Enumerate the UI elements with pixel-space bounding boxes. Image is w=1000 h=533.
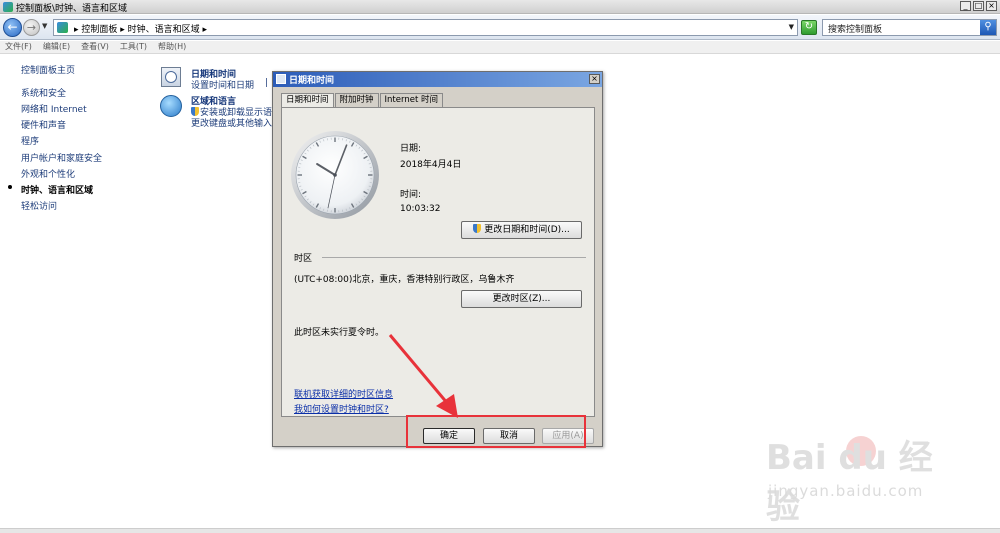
control-panel-window: 控制面板\时钟、语言和区域 _ □ × ← → ▼ ▸ 控制面板 ▸ 时钟、语言… bbox=[0, 0, 1000, 533]
uac-shield-icon bbox=[191, 107, 199, 116]
menu-bar: 文件(F) 编辑(E) 查看(V) 工具(T) 帮助(H) bbox=[0, 41, 1000, 54]
window-title: 控制面板\时钟、语言和区域 bbox=[16, 4, 128, 14]
dialog-title: 日期和时间 bbox=[289, 76, 335, 86]
back-button[interactable]: ← bbox=[3, 18, 22, 37]
current-item-bullet bbox=[8, 185, 12, 189]
link-set-time-date[interactable]: 设置时间和日期 bbox=[191, 78, 254, 91]
control-panel-icon bbox=[57, 22, 68, 33]
refresh-button[interactable]: ↻ bbox=[801, 20, 817, 35]
search-placeholder: 搜索控制面板 bbox=[828, 25, 883, 35]
timezone-value: (UTC+08:00)北京，重庆，香港特别行政区，乌鲁木齐 bbox=[294, 275, 515, 285]
dialog-clock-icon bbox=[276, 74, 286, 84]
watermark-url: jingyan.baidu.com bbox=[768, 482, 924, 500]
menu-file[interactable]: 文件(F) bbox=[5, 41, 32, 53]
link-online-timezone-info[interactable]: 联机获取详细的时区信息 bbox=[294, 387, 393, 400]
sidebar-item-network[interactable]: 网络和 Internet bbox=[21, 102, 87, 115]
control-panel-icon bbox=[3, 2, 13, 12]
menu-edit[interactable]: 编辑(E) bbox=[43, 41, 70, 53]
forward-button[interactable]: → bbox=[23, 19, 40, 36]
change-timezone-button[interactable]: 更改时区(Z)... bbox=[461, 290, 582, 308]
dialog-titlebar[interactable]: 日期和时间 × bbox=[273, 72, 602, 87]
menu-help[interactable]: 帮助(H) bbox=[158, 41, 186, 53]
link-how-to-set-clock[interactable]: 我如何设置时钟和时区? bbox=[294, 402, 389, 415]
annotation-arrow bbox=[388, 334, 458, 418]
change-date-time-button[interactable]: 更改日期和时间(D)... bbox=[461, 221, 582, 239]
close-window-button[interactable]: × bbox=[986, 1, 997, 11]
sidebar-item-appearance[interactable]: 外观和个性化 bbox=[21, 167, 75, 180]
date-time-clock-icon[interactable] bbox=[161, 67, 181, 87]
sidebar-item-clock-language-region[interactable]: 时钟、语言和区域 bbox=[21, 183, 93, 196]
sidebar-item-system-security[interactable]: 系统和安全 bbox=[21, 86, 66, 99]
history-dropdown-icon[interactable]: ▼ bbox=[42, 22, 47, 30]
sidebar-item-programs[interactable]: 程序 bbox=[21, 134, 39, 147]
minimize-button[interactable]: _ bbox=[960, 1, 971, 11]
region-language-globe-icon[interactable] bbox=[160, 95, 182, 117]
timezone-separator bbox=[322, 257, 586, 258]
menu-tools[interactable]: 工具(T) bbox=[120, 41, 147, 53]
sidebar-item-user-accounts[interactable]: 用户帐户和家庭安全 bbox=[21, 151, 102, 164]
uac-shield-icon bbox=[473, 224, 482, 233]
tab-date-time[interactable]: 日期和时间 bbox=[281, 93, 334, 108]
breadcrumb: ▸ 控制面板 ▸ 时钟、语言和区域 ▸ bbox=[74, 25, 207, 35]
search-icon[interactable]: ⚲ bbox=[980, 20, 996, 35]
sidebar-item-ease-of-access[interactable]: 轻松访问 bbox=[21, 199, 57, 212]
window-controls: _ □ × bbox=[960, 1, 997, 11]
analog-clock bbox=[291, 131, 379, 219]
address-field[interactable]: ▸ 控制面板 ▸ 时钟、语言和区域 ▸ ▼ bbox=[53, 19, 798, 36]
date-label: 日期: bbox=[400, 144, 422, 154]
watermark-brand: Bai du 经验 bbox=[766, 438, 933, 527]
arrow-shaft bbox=[388, 334, 450, 405]
sidebar-item-hardware-sound[interactable]: 硬件和声音 bbox=[21, 118, 66, 131]
arrow-head bbox=[436, 394, 458, 418]
tab-internet-time[interactable]: Internet 时间 bbox=[379, 93, 443, 107]
dialog-close-button[interactable]: × bbox=[589, 74, 600, 84]
maximize-button[interactable]: □ bbox=[973, 1, 984, 11]
link-separator: | bbox=[265, 78, 269, 88]
address-toolbar: ← → ▼ ▸ 控制面板 ▸ 时钟、语言和区域 ▸ ▼ ↻ 搜索控制面板 ⚲ bbox=[0, 15, 1000, 40]
time-label: 时间: bbox=[400, 190, 422, 200]
dialog-tabs: 日期和时间 附加时钟 Internet 时间 bbox=[281, 93, 444, 108]
sidebar-item-home[interactable]: 控制面板主页 bbox=[21, 63, 75, 76]
dst-note: 此时区未实行夏令时。 bbox=[294, 328, 385, 338]
search-input[interactable]: 搜索控制面板 ⚲ bbox=[822, 19, 997, 36]
tab-additional-clocks[interactable]: 附加时钟 bbox=[334, 93, 379, 107]
status-bar bbox=[0, 528, 1000, 533]
menu-view[interactable]: 查看(V) bbox=[81, 41, 109, 53]
clock-center bbox=[333, 173, 337, 177]
timezone-label: 时区 bbox=[294, 254, 313, 264]
change-date-time-label: 更改日期和时间(D)... bbox=[484, 225, 570, 235]
baidu-watermark: Bai du 经验 jingyan.baidu.com bbox=[766, 430, 966, 527]
address-dropdown-icon[interactable]: ▼ bbox=[789, 23, 794, 31]
window-titlebar[interactable]: 控制面板\时钟、语言和区域 _ □ × bbox=[0, 0, 1000, 14]
link-change-keyboard[interactable]: 更改键盘或其他输入 bbox=[191, 116, 272, 129]
time-value: 10:03:32 bbox=[400, 204, 441, 214]
date-value: 2018年4月4日 bbox=[400, 160, 462, 170]
